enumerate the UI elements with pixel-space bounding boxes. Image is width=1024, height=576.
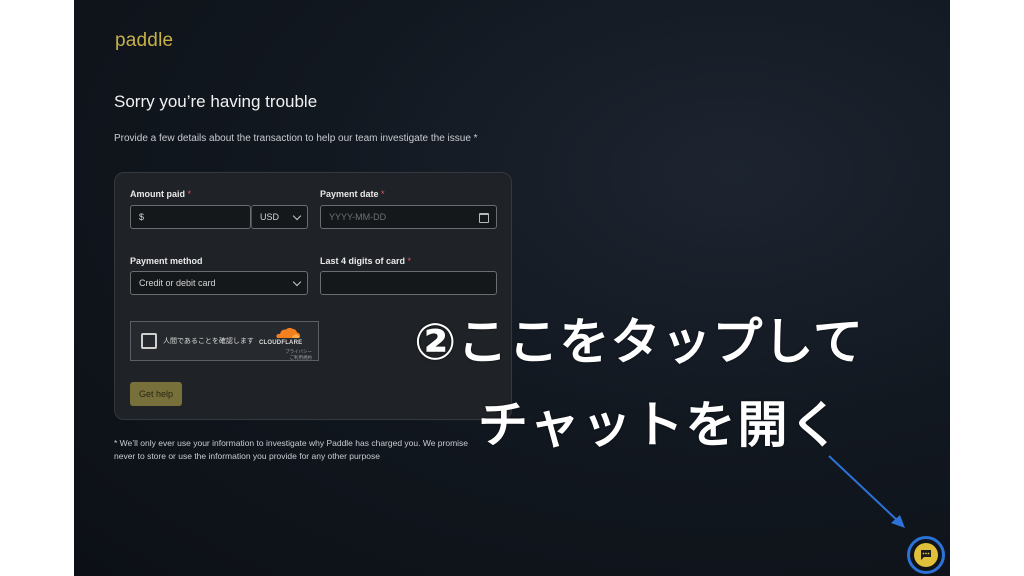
- date-placeholder: YYYY-MM-DD: [329, 212, 387, 222]
- calendar-icon[interactable]: [479, 213, 489, 223]
- captcha-checkbox[interactable]: [141, 333, 157, 349]
- instruction-line-1: ②ここをタップして: [414, 313, 864, 371]
- chat-button[interactable]: [914, 543, 938, 567]
- payment-method-select[interactable]: Credit or debit card: [130, 271, 308, 295]
- instruction-line-2: チャットを開く: [478, 396, 842, 454]
- page-intro: Provide a few details about the transact…: [114, 133, 478, 144]
- card-digits-label: Last 4 digits of card *: [320, 256, 412, 266]
- amount-input[interactable]: $: [130, 205, 251, 229]
- chevron-down-icon: [292, 211, 302, 221]
- captcha-links: プライバシー ご利用規約: [285, 349, 312, 361]
- arrow-icon: [828, 455, 905, 528]
- page-title: Sorry you’re having trouble: [114, 92, 318, 111]
- payment-method-value: Credit or debit card: [139, 278, 216, 288]
- chat-icon: [921, 550, 931, 560]
- amount-label: Amount paid *: [130, 189, 192, 199]
- payment-date-label: Payment date *: [320, 189, 385, 199]
- chevron-down-icon: [292, 277, 302, 287]
- transaction-form: Amount paid * $ USD Payment date * YYYY-…: [114, 172, 512, 420]
- currency-select[interactable]: USD: [251, 205, 308, 229]
- footnote-line-1: * We’ll only ever use your information t…: [114, 438, 469, 448]
- currency-symbol: $: [139, 212, 145, 222]
- card-digits-input[interactable]: [320, 271, 497, 295]
- payment-method-label: Payment method: [130, 256, 203, 266]
- cloudflare-wordmark: CLOUDFLARE: [259, 340, 303, 346]
- payment-date-input[interactable]: YYYY-MM-DD: [320, 205, 497, 229]
- captcha-text: 人間であることを確認します: [163, 338, 254, 345]
- cloudflare-icon: [276, 327, 300, 338]
- get-help-button[interactable]: Get help: [130, 382, 182, 406]
- paddle-page: paddle Sorry you’re having trouble Provi…: [74, 0, 950, 576]
- paddle-logo: paddle: [115, 30, 174, 51]
- currency-value: USD: [260, 212, 280, 222]
- footnote-line-2: never to store or use the information yo…: [114, 451, 381, 461]
- cloudflare-captcha: 人間であることを確認します CLOUDFLARE プライバシー ご利用規約: [130, 321, 319, 361]
- privacy-footnote: * We’ll only ever use your information t…: [114, 437, 514, 463]
- terms-link[interactable]: ご利用規約: [285, 355, 313, 361]
